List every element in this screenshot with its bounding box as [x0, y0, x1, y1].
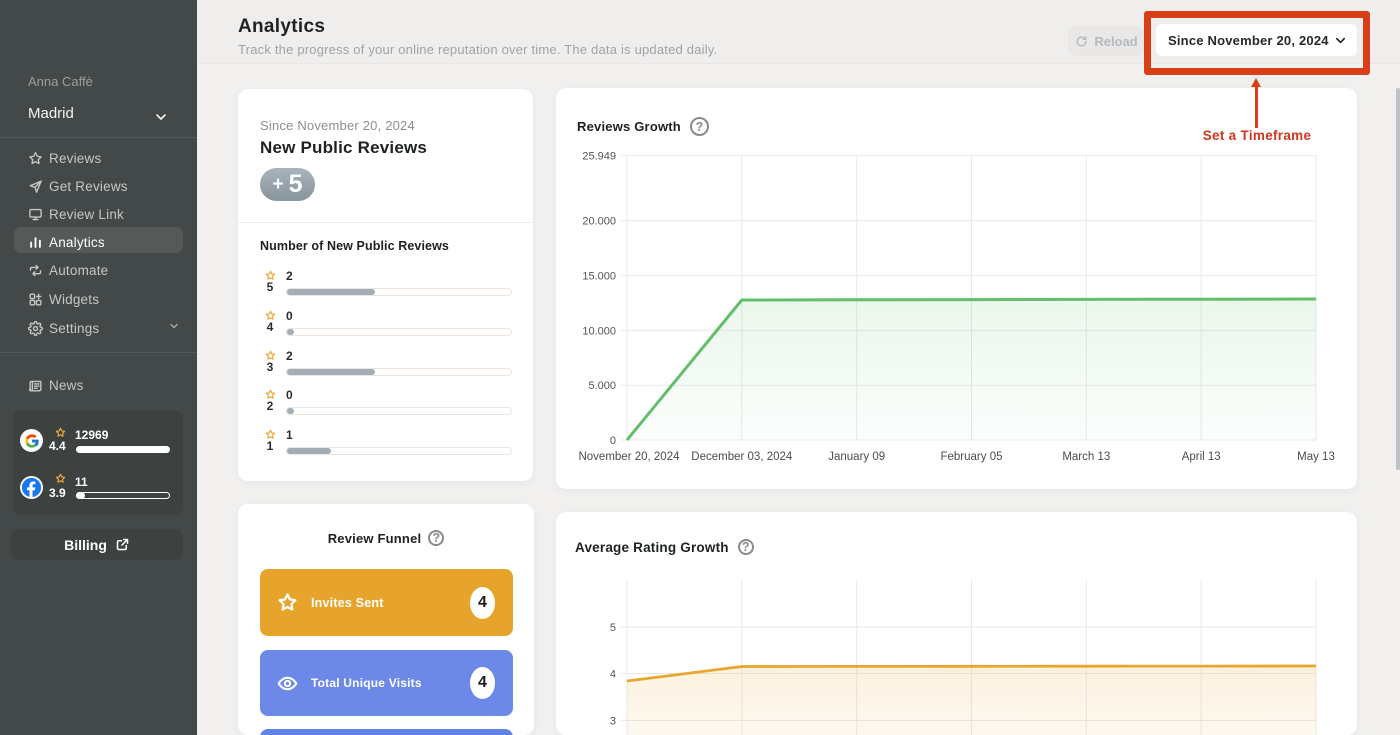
svg-text:0: 0: [610, 435, 616, 447]
svg-text:January 09: January 09: [828, 451, 885, 463]
svg-text:20.000: 20.000: [582, 216, 616, 228]
svg-text:April 13: April 13: [1182, 451, 1221, 463]
svg-text:February 05: February 05: [940, 451, 1002, 463]
svg-text:4: 4: [610, 669, 616, 681]
svg-text:3: 3: [610, 716, 616, 728]
svg-text:10.000: 10.000: [582, 325, 616, 337]
svg-text:May 13: May 13: [1297, 451, 1335, 463]
svg-text:March 13: March 13: [1062, 451, 1110, 463]
svg-text:December 03, 2024: December 03, 2024: [691, 451, 793, 463]
svg-text:15.000: 15.000: [582, 271, 616, 283]
svg-text:5.000: 5.000: [588, 380, 616, 392]
svg-text:November 20, 2024: November 20, 2024: [578, 451, 680, 463]
svg-text:25.949: 25.949: [582, 151, 616, 163]
svg-text:5: 5: [610, 622, 616, 634]
